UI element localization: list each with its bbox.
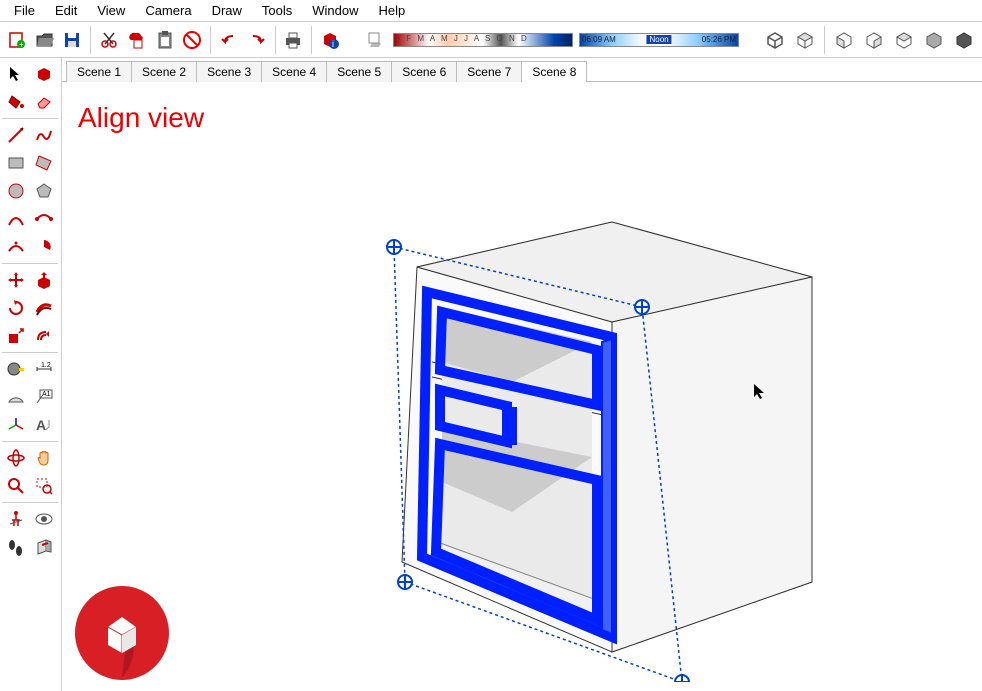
app-logo [72, 583, 172, 683]
scene-tab-3[interactable]: Scene 3 [196, 61, 262, 82]
rotated-rectangle-tool[interactable] [30, 149, 58, 177]
polygon-tool[interactable] [30, 177, 58, 205]
left-view-button[interactable] [920, 26, 948, 54]
zoom-window-tool[interactable] [30, 472, 58, 500]
copy-button[interactable] [124, 26, 150, 54]
date-slider[interactable]: J F M A M J J A S O N D [393, 33, 573, 47]
menu-file[interactable]: File [6, 1, 43, 20]
main-toolbar: + i J F M A M J J A S O N D 06:09 AM Noo… [0, 22, 982, 58]
menu-draw[interactable]: Draw [204, 1, 250, 20]
follow-me-tool[interactable] [30, 294, 58, 322]
protractor-tool[interactable] [2, 383, 30, 411]
push-pull-tool[interactable] [30, 266, 58, 294]
select-tool[interactable] [2, 60, 30, 88]
scene-tab-2[interactable]: Scene 2 [131, 61, 197, 82]
menu-bar: File Edit View Camera Draw Tools Window … [0, 0, 982, 22]
back-view-button[interactable] [890, 26, 918, 54]
iso-view-button[interactable] [761, 26, 789, 54]
paint-bucket-tool[interactable] [2, 88, 30, 116]
look-around-tool[interactable] [30, 505, 58, 533]
cut-button[interactable] [96, 26, 122, 54]
menu-view[interactable]: View [89, 1, 133, 20]
shadow-toggle-button[interactable] [365, 29, 387, 51]
save-button[interactable] [60, 26, 86, 54]
menu-window[interactable]: Window [304, 1, 366, 20]
line-tool[interactable] [2, 121, 30, 149]
svg-text:+: + [19, 40, 24, 49]
section-plane-tool[interactable] [30, 533, 58, 561]
eraser-tool[interactable] [30, 88, 58, 116]
tape-measure-tool[interactable] [2, 355, 30, 383]
3d-text-tool[interactable]: A [30, 411, 58, 439]
open-file-button[interactable] [32, 26, 58, 54]
orbit-tool[interactable] [2, 444, 30, 472]
scene-tab-6[interactable]: Scene 6 [391, 61, 457, 82]
dimension-tool[interactable]: 1.2 [30, 355, 58, 383]
redo-button[interactable] [244, 26, 270, 54]
time-slider[interactable]: 06:09 AM Noon 05:26 PM [579, 33, 739, 47]
scene-tab-4[interactable]: Scene 4 [261, 61, 327, 82]
menu-help[interactable]: Help [371, 1, 414, 20]
move-tool[interactable] [2, 266, 30, 294]
bottom-view-button[interactable] [950, 26, 978, 54]
menu-edit[interactable]: Edit [47, 1, 85, 20]
three-point-arc-tool[interactable] [2, 233, 30, 261]
rotate-tool[interactable] [2, 294, 30, 322]
two-point-arc-tool[interactable] [30, 205, 58, 233]
paste-button[interactable] [152, 26, 178, 54]
scene-tab-7[interactable]: Scene 7 [456, 61, 522, 82]
scene-tab-1[interactable]: Scene 1 [66, 61, 132, 82]
print-button[interactable] [281, 26, 307, 54]
new-file-button[interactable]: + [4, 26, 30, 54]
viewport-3d[interactable]: Align view [62, 82, 982, 691]
svg-text:A: A [36, 417, 46, 433]
text-tool[interactable]: A1 [30, 383, 58, 411]
position-camera-tool[interactable] [2, 505, 30, 533]
axes-tool[interactable] [2, 411, 30, 439]
undo-button[interactable] [216, 26, 242, 54]
svg-text:i: i [332, 39, 334, 49]
scene-tab-8[interactable]: Scene 8 [521, 61, 587, 82]
walk-tool[interactable] [2, 533, 30, 561]
top-view-button[interactable] [791, 26, 819, 54]
time-noon-label: Noon [646, 35, 671, 44]
zoom-tool[interactable] [2, 472, 30, 500]
model-info-button[interactable]: i [317, 26, 343, 54]
freehand-tool[interactable] [30, 121, 58, 149]
make-component-tool[interactable] [30, 60, 58, 88]
svg-text:A1: A1 [42, 391, 51, 398]
month-labels: J F M A M J J A S O N D [396, 34, 529, 43]
pan-tool[interactable] [30, 444, 58, 472]
scene-tab-5[interactable]: Scene 5 [326, 61, 392, 82]
view-buttons-group [761, 26, 978, 54]
main-area: Scene 1 Scene 2 Scene 3 Scene 4 Scene 5 … [62, 58, 982, 691]
svg-text:1.2: 1.2 [41, 362, 51, 369]
pie-tool[interactable] [30, 233, 58, 261]
offset-tool[interactable] [30, 322, 58, 350]
menu-tools[interactable]: Tools [254, 1, 300, 20]
viewport-annotation: Align view [78, 102, 204, 134]
circle-tool[interactable] [2, 177, 30, 205]
right-view-button[interactable] [860, 26, 888, 54]
arc-tool[interactable] [2, 205, 30, 233]
front-view-button[interactable] [830, 26, 858, 54]
delete-button[interactable] [180, 26, 206, 54]
scene-tabs: Scene 1 Scene 2 Scene 3 Scene 4 Scene 5 … [62, 58, 982, 82]
shadow-toolbar: J F M A M J J A S O N D 06:09 AM Noon 05… [365, 29, 739, 51]
tool-palette: 1.2 A1 A [0, 58, 62, 691]
menu-camera[interactable]: Camera [137, 1, 199, 20]
time-end-label: 05:26 PM [702, 35, 736, 44]
model-geometry [312, 162, 872, 682]
scale-tool[interactable] [2, 322, 30, 350]
time-start-label: 06:09 AM [582, 35, 616, 44]
rectangle-tool[interactable] [2, 149, 30, 177]
